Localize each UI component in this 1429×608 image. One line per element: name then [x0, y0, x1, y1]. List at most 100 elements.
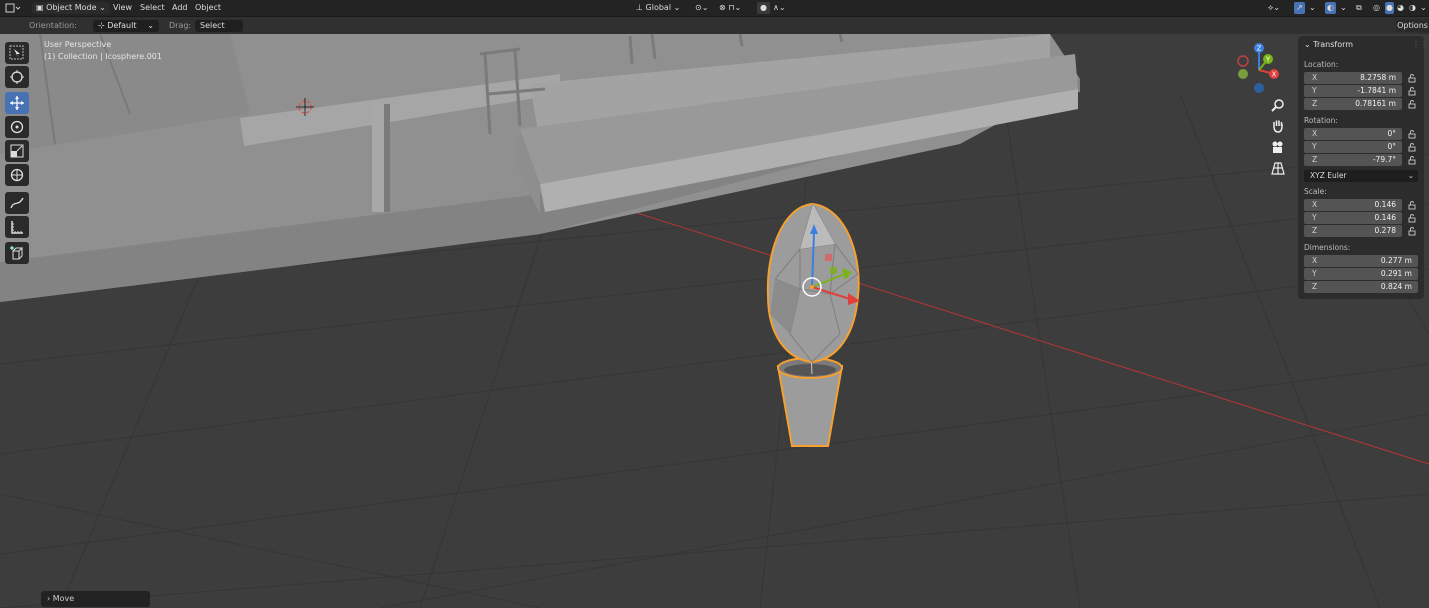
gizmo-toggle-button[interactable]: ↗ [1294, 2, 1305, 14]
location-z-field[interactable]: Z 0.78161 m [1304, 98, 1402, 110]
rendered-sphere-icon: ◑ [1409, 3, 1416, 12]
perspective-toggle-button[interactable] [1269, 159, 1287, 177]
menu-object[interactable]: Object [195, 2, 221, 14]
chevron-down-icon: ⌄ [99, 3, 106, 12]
scene-render [0, 34, 1429, 608]
transform-panel-header[interactable]: ⌄ Transform [1304, 40, 1353, 49]
neg-z-axis-handle[interactable] [1254, 83, 1264, 93]
snap-magnet-icon: ⊗ ⊓⌄ [719, 3, 742, 12]
zoom-view-button[interactable] [1269, 96, 1287, 114]
axis-gizmo[interactable]: Z X Y [1234, 40, 1284, 98]
move-tool[interactable] [5, 92, 29, 114]
drag-label: Drag: [169, 21, 192, 30]
menu-add[interactable]: Add [172, 2, 188, 14]
neg-y-axis-handle[interactable] [1238, 69, 1248, 79]
scale-x-field[interactable]: X 0.146 [1304, 199, 1402, 211]
svg-text:Y: Y [1265, 56, 1271, 64]
overlays-icon: ◐ [1327, 3, 1334, 12]
lock-icon[interactable] [1407, 142, 1417, 152]
select-box-tool[interactable] [5, 42, 29, 64]
pivot-point-button[interactable]: ⊙⌄ [695, 2, 708, 14]
cursor-target-icon [10, 70, 24, 84]
transform-orientation-dropdown[interactable]: ⊥ Global ⌄ [636, 2, 680, 14]
scale-icon [10, 144, 24, 158]
chevron-down-icon: ⌄ [1304, 40, 1314, 49]
scale-z-field[interactable]: Z 0.278 [1304, 225, 1402, 237]
rotate-tool[interactable] [5, 116, 29, 138]
visibility-icon: ⟡⌄ [1268, 3, 1280, 12]
menu-select[interactable]: Select [140, 2, 165, 14]
falloff-dropdown[interactable]: ∧⌄ [773, 2, 786, 14]
xray-icon: ⧉ [1356, 3, 1362, 12]
top-header: ▣ Object Mode ⌄ View Select Add Object ⊥… [0, 0, 1429, 17]
overlays-dropdown[interactable]: ⌄ [1340, 2, 1347, 14]
wireframe-sphere-icon: ◎ [1373, 3, 1380, 12]
overlays-toggle-button[interactable]: ◐ [1325, 2, 1336, 14]
measure-ruler-icon [11, 221, 23, 234]
lock-icon[interactable] [1407, 226, 1417, 236]
camera-view-button[interactable] [1269, 138, 1287, 156]
shading-wireframe-button[interactable]: ◎ [1373, 2, 1380, 14]
rotation-y-field[interactable]: Y 0° [1304, 141, 1402, 153]
rotation-x-field[interactable]: X 0° [1304, 128, 1402, 140]
object-visibility-button[interactable]: ⟡⌄ [1268, 2, 1280, 14]
material-sphere-icon: ◕ [1397, 3, 1404, 12]
add-cube-icon [10, 246, 24, 260]
lock-icon[interactable] [1407, 155, 1417, 165]
shading-dropdown[interactable]: ⌄ [1420, 2, 1427, 14]
transform-icon [10, 168, 24, 182]
shading-material-button[interactable]: ◕ [1397, 2, 1404, 14]
measure-tool[interactable] [5, 216, 29, 238]
camera-icon [1272, 141, 1283, 153]
location-y-field[interactable]: Y -1.7841 m [1304, 85, 1402, 97]
lock-icon[interactable] [1407, 213, 1417, 223]
gizmo-icon: ↗ [1296, 3, 1303, 12]
3d-viewport[interactable]: User Perspective (1) Collection | Icosph… [0, 34, 1429, 608]
transform-tool[interactable] [5, 164, 29, 186]
proportional-edit-button[interactable]: ● [757, 2, 770, 14]
scale-label: Scale: [1304, 187, 1327, 196]
xray-toggle-button[interactable]: ⧉ [1356, 2, 1362, 14]
pan-view-button[interactable] [1269, 117, 1287, 135]
lock-icon[interactable] [1407, 200, 1417, 210]
snap-button[interactable]: ⊗ ⊓⌄ [719, 2, 741, 14]
last-operator-panel[interactable]: › Move [41, 591, 150, 607]
mode-dropdown[interactable]: ▣ Object Mode ⌄ [32, 2, 110, 14]
lock-icon[interactable] [1407, 129, 1417, 139]
location-label: Location: [1304, 60, 1339, 69]
chevron-down-icon: ⌄ [1420, 3, 1427, 12]
shading-rendered-button[interactable]: ◑ [1409, 2, 1416, 14]
lock-icon[interactable] [1407, 86, 1417, 96]
dimensions-x-field[interactable]: X 0.277 m [1304, 255, 1418, 267]
hand-icon [1273, 120, 1283, 133]
shading-solid-button[interactable]: ● [1385, 2, 1394, 14]
scale-y-field[interactable]: Y 0.146 [1304, 212, 1402, 224]
navigation-gizmo[interactable]: Z X Y [1234, 40, 1284, 100]
scale-tool[interactable] [5, 140, 29, 162]
add-cube-tool[interactable] [5, 242, 29, 264]
neg-x-axis-handle[interactable] [1237, 55, 1249, 67]
zoom-magnifier-icon [1271, 99, 1284, 112]
annotate-tool[interactable] [5, 192, 29, 214]
orientation-dropdown[interactable]: ⊹ Default ⌄ [93, 20, 159, 32]
rotation-mode-dropdown[interactable]: XYZ Euler ⌄ [1304, 170, 1418, 182]
location-x-field[interactable]: X 8.2758 m [1304, 72, 1402, 84]
rotate-icon [10, 120, 24, 134]
chevron-right-icon: › [47, 594, 51, 603]
annotate-pencil-icon [10, 197, 24, 209]
drag-dropdown[interactable]: Select Box ⌄ [195, 20, 243, 42]
menu-view[interactable]: View [113, 2, 132, 14]
select-box-icon [9, 45, 24, 60]
editor-type-icon [5, 3, 21, 13]
editor-type-button[interactable] [4, 2, 22, 14]
rotation-z-field[interactable]: Z -79.7° [1304, 154, 1402, 166]
drag-handle-icon[interactable]: ⋮⋮ [1412, 40, 1428, 49]
gizmo-dropdown[interactable]: ⌄ [1309, 2, 1316, 14]
perspective-grid-icon [1271, 162, 1285, 175]
lock-icon[interactable] [1407, 99, 1417, 109]
lock-icon[interactable] [1407, 73, 1417, 83]
cursor-tool[interactable] [5, 66, 29, 88]
dimensions-y-field[interactable]: Y 0.291 m [1304, 268, 1418, 280]
options-button[interactable]: Options [1396, 19, 1429, 32]
dimensions-z-field[interactable]: Z 0.824 m [1304, 281, 1418, 293]
